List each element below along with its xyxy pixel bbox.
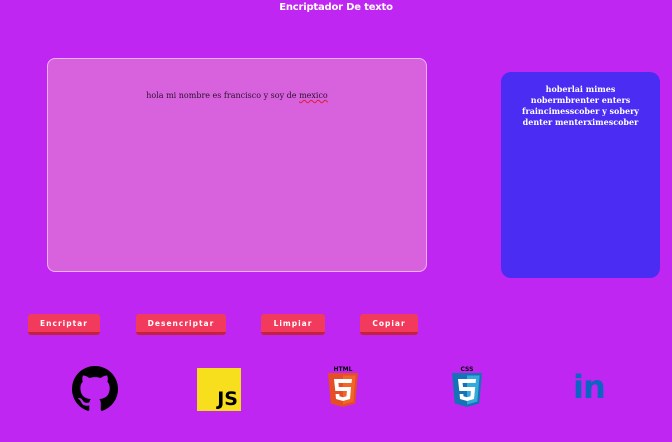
javascript-icon[interactable]: JS xyxy=(197,368,241,411)
css-badge: CSS xyxy=(460,366,474,373)
text-input[interactable]: hola mi nombre es francisco y soy de mex… xyxy=(47,58,427,272)
clear-button[interactable]: Limpiar xyxy=(261,314,325,335)
github-icon[interactable] xyxy=(72,366,118,412)
output-text: hoberlai mimes nobermbrenter enters frai… xyxy=(522,84,639,127)
linkedin-icon[interactable]: in xyxy=(572,368,612,408)
js-badge-text: JS xyxy=(217,388,238,410)
output-panel: hoberlai mimes nobermbrenter enters frai… xyxy=(501,72,660,278)
html-badge: HTML xyxy=(333,366,353,373)
copy-button[interactable]: Copiar xyxy=(360,314,418,335)
css3-icon[interactable]: CSS xyxy=(449,366,495,412)
decrypt-button[interactable]: Desencriptar xyxy=(136,314,226,335)
encrypt-button[interactable]: Encriptar xyxy=(28,314,100,335)
page-title: Encriptador De texto xyxy=(279,2,393,13)
input-text-misspelled: mexico xyxy=(299,91,328,100)
html5-icon[interactable]: HTML xyxy=(325,366,371,412)
linkedin-badge-text: in xyxy=(573,368,606,406)
input-text: hola mi nombre es francisco y soy de xyxy=(146,91,300,100)
